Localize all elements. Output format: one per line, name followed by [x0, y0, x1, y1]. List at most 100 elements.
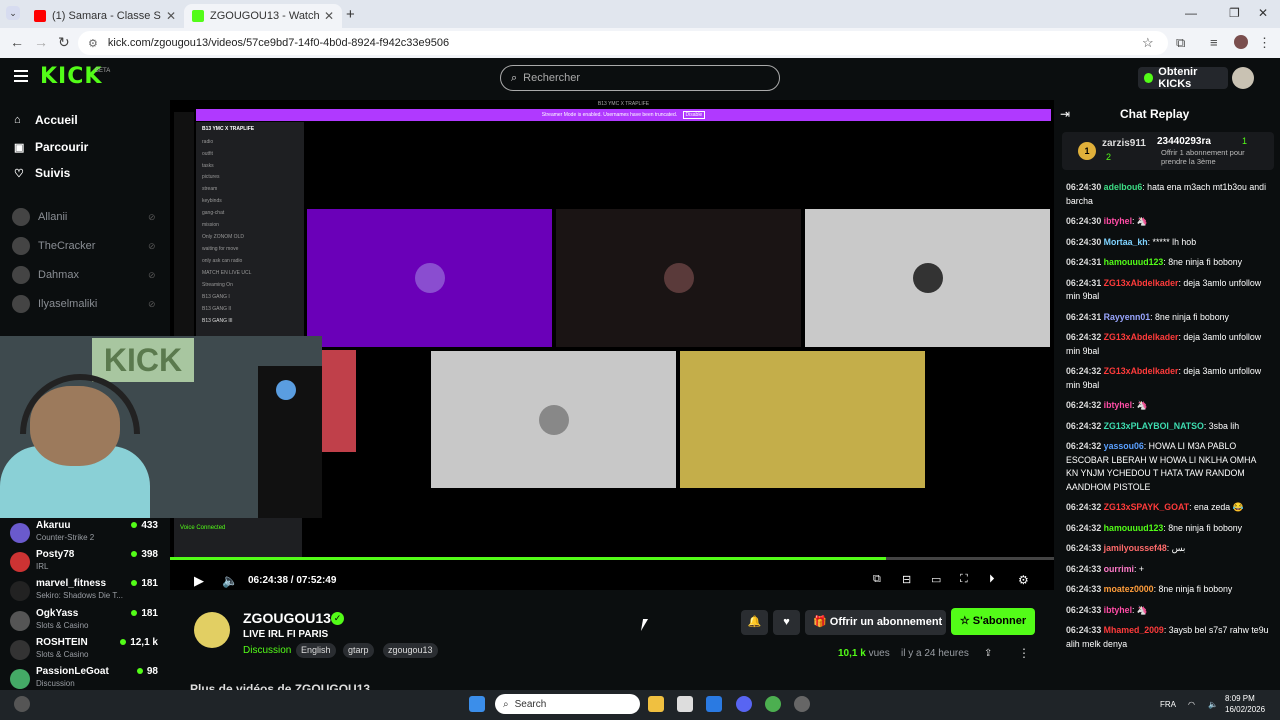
channel-name[interactable]: ZGOUGOU13	[243, 610, 331, 626]
category-link[interactable]: Discussion	[243, 645, 291, 656]
maximize-icon[interactable]: ❐	[1229, 6, 1240, 20]
pinned-gift-banner[interactable]: 1 zarzis911 2 23440293ra Offrir 1 abonne…	[1062, 132, 1274, 170]
back-icon[interactable]: ←	[10, 34, 24, 50]
followed-channel[interactable]: Dahmax ⊘	[12, 266, 156, 284]
app-icon[interactable]	[794, 696, 810, 712]
clock-time[interactable]: 8:09 PM	[1225, 694, 1255, 703]
followed-channel[interactable]: Ilyaselmaliki ⊘	[12, 295, 156, 313]
followed-channel[interactable]: TheCracker ⊘	[12, 237, 156, 255]
followed-channel[interactable]: Allanii ⊘	[12, 208, 156, 226]
search-input[interactable]: ⌕ Rechercher	[500, 65, 780, 91]
extensions-icon[interactable]: ⧉	[1176, 35, 1185, 51]
chat-username[interactable]: hamouuud123	[1104, 523, 1164, 533]
weather-icon[interactable]	[14, 696, 30, 712]
notification-bell-icon[interactable]: 🔔	[741, 610, 768, 635]
chat-username[interactable]: ibtyhel	[1104, 605, 1132, 615]
app-icon[interactable]	[706, 696, 722, 712]
chat-username[interactable]: ibtyhel	[1104, 216, 1132, 226]
fullscreen-icon[interactable]: ⛶	[960, 573, 968, 586]
clock-date[interactable]: 16/02/2026	[1225, 705, 1265, 714]
url-text: kick.com/zgougou13/videos/57ce9bd7-14f0-…	[107, 37, 450, 49]
chat-username[interactable]: Mortaa_kh	[1104, 237, 1148, 247]
menu-icon[interactable]: ⋮	[1258, 35, 1271, 51]
reload-icon[interactable]: ↻	[58, 34, 70, 51]
chat-username[interactable]: ZG13xAbdelkader	[1104, 278, 1179, 288]
forward-icon[interactable]: →	[34, 34, 48, 50]
wifi-icon[interactable]: ◠	[1188, 700, 1195, 709]
chat-username[interactable]: hamouuud123	[1104, 257, 1164, 267]
tag[interactable]: zgougou13	[383, 643, 438, 658]
seek-bar[interactable]	[170, 557, 1054, 560]
new-tab-button[interactable]: +	[346, 6, 355, 23]
speed-icon[interactable]: ⏵	[989, 573, 995, 586]
chat-text: : 8ne ninja fi bobony	[1163, 257, 1243, 267]
windows-start-icon[interactable]	[469, 696, 485, 712]
chat-username[interactable]: ZG13xAbdelkader	[1104, 332, 1179, 342]
taskbar-search[interactable]: ⌕ Search	[495, 694, 640, 714]
bookmark-star-icon[interactable]: ☆	[1142, 35, 1154, 51]
channel-avatar[interactable]	[194, 612, 230, 648]
close-window-icon[interactable]: ✕	[1258, 6, 1268, 20]
volume-icon[interactable]: 🔈	[1208, 700, 1218, 709]
store-icon[interactable]	[677, 696, 693, 712]
settings-gear-icon[interactable]: ⚙	[1018, 573, 1029, 587]
discord-icon[interactable]	[736, 696, 752, 712]
user-avatar[interactable]	[1232, 67, 1254, 89]
chat-timestamp: 06:24:30	[1066, 216, 1104, 226]
volume-icon[interactable]: 🔈	[222, 573, 238, 589]
media-icon[interactable]: ≡	[1210, 35, 1218, 50]
theater-icon[interactable]: ▭	[931, 573, 941, 586]
chat-username[interactable]: Mhamed_2009	[1104, 625, 1164, 635]
sidebar-item-following[interactable]: ♡ Suivis	[14, 166, 70, 180]
chat-text: : 3sba lih	[1203, 420, 1240, 431]
tab-search-icon[interactable]: ⌄	[6, 6, 20, 20]
site-info-icon[interactable]: ⚙	[88, 37, 98, 50]
tag[interactable]: gtarp	[343, 643, 374, 658]
chat-username[interactable]: Rayyenn01	[1104, 312, 1150, 322]
pip-icon[interactable]: ⊟	[902, 573, 911, 586]
hamburger-menu-icon[interactable]	[14, 70, 28, 82]
chrome-icon[interactable]	[765, 696, 781, 712]
chat-username[interactable]: ZG13xAbdelkader	[1104, 366, 1179, 376]
sidebar-item-browse[interactable]: ▣ Parcourir	[14, 140, 88, 154]
pinned-amount: 23440293ra	[1157, 136, 1211, 147]
play-icon[interactable]: ▶	[194, 573, 204, 589]
more-options-icon[interactable]: ⋮	[1018, 646, 1030, 660]
subscribe-button[interactable]: ☆ S'abonner	[951, 608, 1035, 635]
get-kicks-button[interactable]: Obtenir KICKs	[1138, 66, 1228, 90]
profile-avatar[interactable]	[1234, 35, 1248, 49]
chat-username[interactable]: ibtyhel	[1104, 400, 1132, 410]
avatar	[10, 581, 30, 601]
address-bar[interactable]: ⚙ kick.com/zgougou13/videos/57ce9bd7-14f…	[78, 31, 1168, 55]
chat-username[interactable]: yassou06	[1104, 441, 1144, 451]
kick-logo[interactable]: KICK	[40, 64, 102, 89]
recommended-channel[interactable]: marvel_fitness Sekiro: Shadows Die T... 18…	[10, 578, 170, 606]
recommended-channel[interactable]: OgkYass Slots & Casino 181	[10, 608, 170, 636]
language-indicator[interactable]: FRA	[1160, 700, 1176, 709]
tab-kick[interactable]: ZGOUGOU13 - Watch the VOD ✕	[184, 4, 342, 28]
channel-category: Discussion	[36, 679, 75, 688]
clip-icon[interactable]: ⧉	[873, 573, 881, 586]
recommended-channel[interactable]: Akaruu Counter-Strike 2 433	[10, 520, 170, 548]
sidebar-item-home[interactable]: ⌂ Accueil	[14, 113, 78, 127]
close-tab-icon[interactable]: ✕	[166, 9, 176, 23]
tab-youtube[interactable]: (1) Samara - Classe S (Official M ✕	[26, 4, 184, 28]
collapse-chat-icon[interactable]: ⇥	[1060, 107, 1070, 121]
search-icon: ⌕	[511, 71, 518, 84]
chat-username[interactable]: adelbou6	[1104, 182, 1143, 192]
recommended-channel[interactable]: Posty78 IRL 398	[10, 549, 170, 577]
tag[interactable]: English	[296, 643, 336, 658]
chat-username[interactable]: jamilyoussef48	[1104, 543, 1167, 553]
follow-heart-icon[interactable]: ♥	[773, 610, 800, 635]
chat-username[interactable]: ZG13xSPAYK_GOAT	[1104, 502, 1189, 512]
windows-taskbar	[0, 690, 1280, 720]
file-explorer-icon[interactable]	[648, 696, 664, 712]
minimize-icon[interactable]: —	[1185, 6, 1197, 20]
chat-username[interactable]: moatez0000	[1104, 584, 1154, 594]
chat-username[interactable]: ourrimi	[1104, 564, 1134, 574]
gift-sub-button[interactable]: 🎁 Offrir un abonnement	[805, 610, 946, 635]
recommended-channel[interactable]: ROSHTEIN Slots & Casino 12,1 k	[10, 637, 170, 665]
close-tab-icon[interactable]: ✕	[324, 9, 334, 23]
share-icon[interactable]: ⇪	[984, 648, 992, 659]
chat-username[interactable]: ZG13xPLAYBOI_NATSO	[1104, 421, 1204, 431]
